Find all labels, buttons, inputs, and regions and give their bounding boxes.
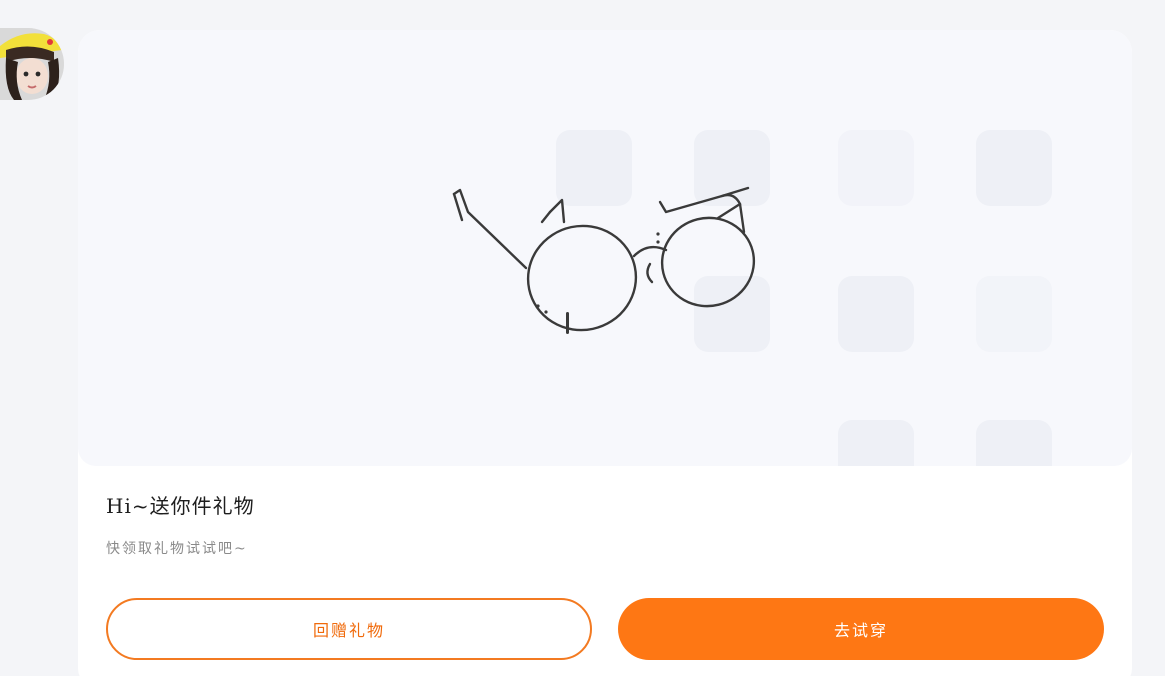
avatar[interactable]: [0, 28, 64, 100]
try-on-button[interactable]: 去试穿: [618, 598, 1104, 660]
user-avatar-icon: [0, 28, 64, 100]
faded-tile: [976, 420, 1052, 466]
gift-image-area: [78, 30, 1132, 466]
return-gift-label: 回赠礼物: [312, 621, 385, 640]
faded-tile: [976, 130, 1052, 206]
faded-tile: [976, 276, 1052, 352]
faded-tile: [838, 420, 914, 466]
gift-title: Hi~送你件礼物: [106, 494, 255, 518]
gift-card: Hi~送你件礼物 快领取礼物试试吧~ 回赠礼物 去试穿: [78, 30, 1132, 676]
return-gift-button[interactable]: 回赠礼物: [106, 598, 592, 660]
try-on-label: 去试穿: [833, 621, 888, 640]
faded-tile: [838, 276, 914, 352]
gift-subtitle: 快领取礼物试试吧~: [106, 541, 248, 557]
cat-ear-glasses-icon: [452, 186, 756, 334]
faded-tile: [838, 130, 914, 206]
